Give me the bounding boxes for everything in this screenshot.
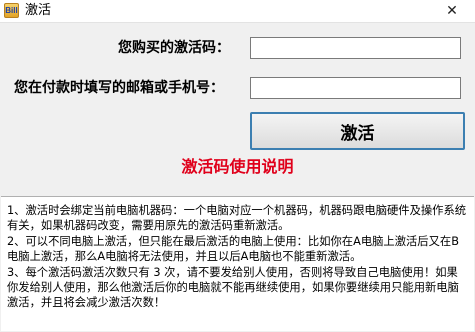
instructions-title-text: 激活码使用说明 <box>181 157 294 176</box>
activate-button[interactable]: 激活 <box>250 112 465 150</box>
activation-code-input[interactable] <box>250 37 461 59</box>
instructions-title: 激活码使用说明 <box>0 157 475 177</box>
title-bar: Bill 激活 ✕ <box>0 0 475 23</box>
instruction-line-3: 3、每个激活码激活次数只有 3 次，请不要发给别人使用，否则将导致自己电脑使用！… <box>7 265 459 310</box>
contact-input[interactable] <box>250 77 461 99</box>
close-icon[interactable]: ✕ <box>429 0 475 22</box>
instruction-line-1: 1、激活时会绑定当前电脑机器码：一个电脑对应一个机器码，机器码跟电脑硬件及操作系… <box>7 204 467 233</box>
contact-label: 您在付款时填写的邮箱或手机号： <box>14 80 224 96</box>
activation-code-label: 您购买的激活码： <box>118 40 230 56</box>
window-title: 激活 <box>25 3 52 18</box>
instructions-text-box[interactable]: 1、激活时会绑定当前电脑机器码：一个电脑对应一个机器码，机器码跟电脑硬件及操作系… <box>1 196 474 331</box>
app-icon: Bill <box>4 3 19 18</box>
instruction-line-2: 2、可以不同电脑上激活，但只能在最后激活的电脑上使用：比如你在A电脑上激活后又在… <box>7 234 459 264</box>
